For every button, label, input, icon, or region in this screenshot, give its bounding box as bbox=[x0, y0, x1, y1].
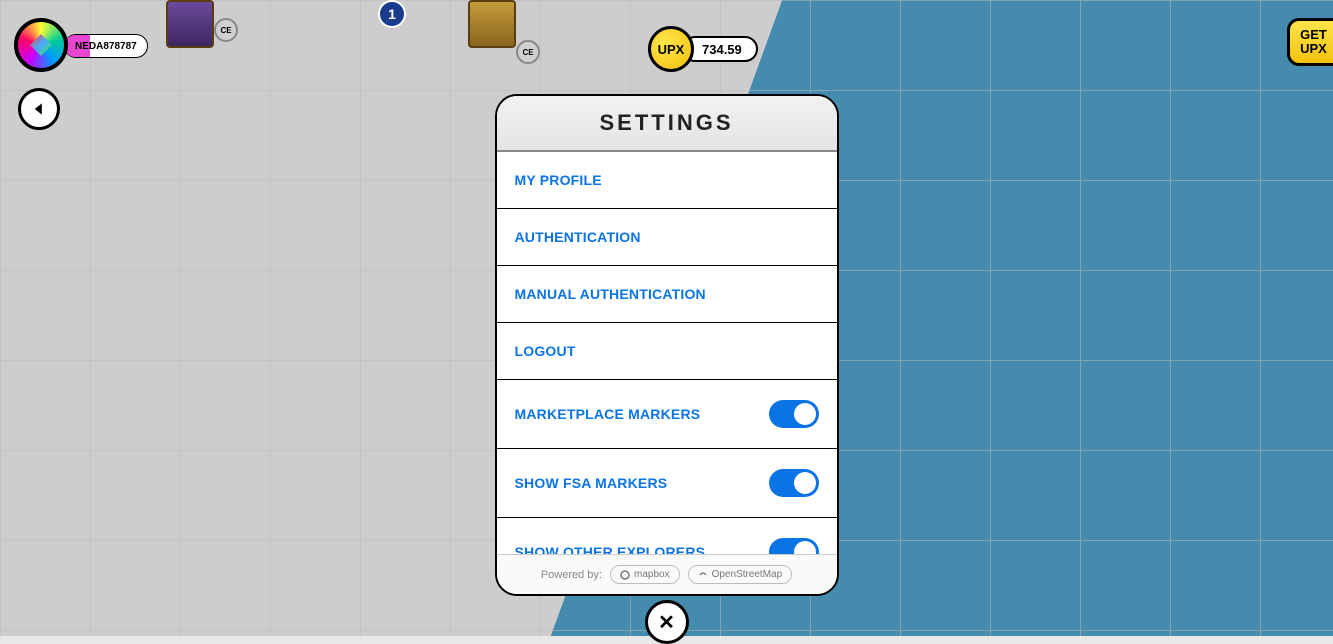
upx-coin-label: UPX bbox=[658, 42, 685, 57]
settings-item-label: SHOW OTHER EXPLORERS bbox=[515, 544, 706, 554]
settings-item[interactable]: SHOW FSA MARKERS bbox=[497, 449, 837, 518]
avatar-gem-icon bbox=[30, 34, 52, 56]
user-name-pill[interactable]: NEDA878787 bbox=[64, 34, 148, 58]
upx-coin-icon: UPX bbox=[648, 26, 694, 72]
settings-item-label: AUTHENTICATION bbox=[515, 229, 641, 245]
panel-title: SETTINGS bbox=[497, 96, 837, 152]
settings-panel: SETTINGS MY PROFILE AUTHENTICATION MANUAL … bbox=[495, 94, 839, 596]
ce-badge: CE bbox=[516, 40, 540, 64]
close-button[interactable]: ✕ bbox=[645, 600, 689, 644]
back-button[interactable] bbox=[18, 88, 60, 130]
settings-item-label: MANUAL AUTHENTICATION bbox=[515, 286, 706, 302]
toggle-switch[interactable] bbox=[769, 469, 819, 497]
map-count-badge[interactable]: 1 bbox=[378, 0, 406, 28]
mapbox-link[interactable]: mapbox bbox=[610, 565, 680, 584]
user-name-label: NEDA878787 bbox=[75, 41, 137, 52]
settings-item-label: LOGOUT bbox=[515, 343, 576, 359]
get-upx-button[interactable]: GET UPX bbox=[1287, 18, 1333, 66]
osm-link[interactable]: OpenStreetMap bbox=[688, 565, 793, 584]
toggle-switch[interactable] bbox=[769, 400, 819, 428]
settings-list[interactable]: MY PROFILE AUTHENTICATION MANUAL AUTHENTIC… bbox=[497, 152, 837, 554]
map-building-cluster[interactable]: CE bbox=[450, 0, 550, 70]
get-upx-line1: GET bbox=[1300, 28, 1327, 42]
building-icon bbox=[468, 0, 516, 48]
settings-item-label: MARKETPLACE MARKERS bbox=[515, 406, 701, 422]
user-avatar[interactable] bbox=[14, 18, 68, 72]
map-building-cluster[interactable]: CE bbox=[150, 0, 230, 60]
settings-item[interactable]: SHOW OTHER EXPLORERS bbox=[497, 518, 837, 554]
osm-icon bbox=[698, 570, 708, 580]
powered-by-label: Powered by: bbox=[541, 569, 602, 581]
panel-footer: Powered by: mapbox OpenStreetMap bbox=[497, 554, 837, 594]
settings-item-label: MY PROFILE bbox=[515, 172, 602, 188]
ce-badge: CE bbox=[214, 18, 238, 42]
balance-amount: 734.59 bbox=[702, 42, 742, 57]
toggle-switch[interactable] bbox=[769, 538, 819, 554]
settings-item[interactable]: LOGOUT bbox=[497, 323, 837, 380]
settings-item[interactable]: AUTHENTICATION bbox=[497, 209, 837, 266]
badge-count-label: 1 bbox=[388, 6, 396, 22]
settings-item[interactable]: MANUAL AUTHENTICATION bbox=[497, 266, 837, 323]
settings-item-label: SHOW FSA MARKERS bbox=[515, 475, 668, 491]
balance-widget[interactable]: UPX 734.59 bbox=[648, 26, 758, 72]
get-upx-line2: UPX bbox=[1300, 42, 1327, 56]
mapbox-icon bbox=[620, 570, 630, 580]
settings-item[interactable]: MY PROFILE bbox=[497, 152, 837, 209]
close-icon: ✕ bbox=[658, 610, 675, 635]
building-icon bbox=[166, 0, 214, 48]
triangle-left-icon bbox=[32, 102, 46, 116]
settings-item[interactable]: MARKETPLACE MARKERS bbox=[497, 380, 837, 449]
